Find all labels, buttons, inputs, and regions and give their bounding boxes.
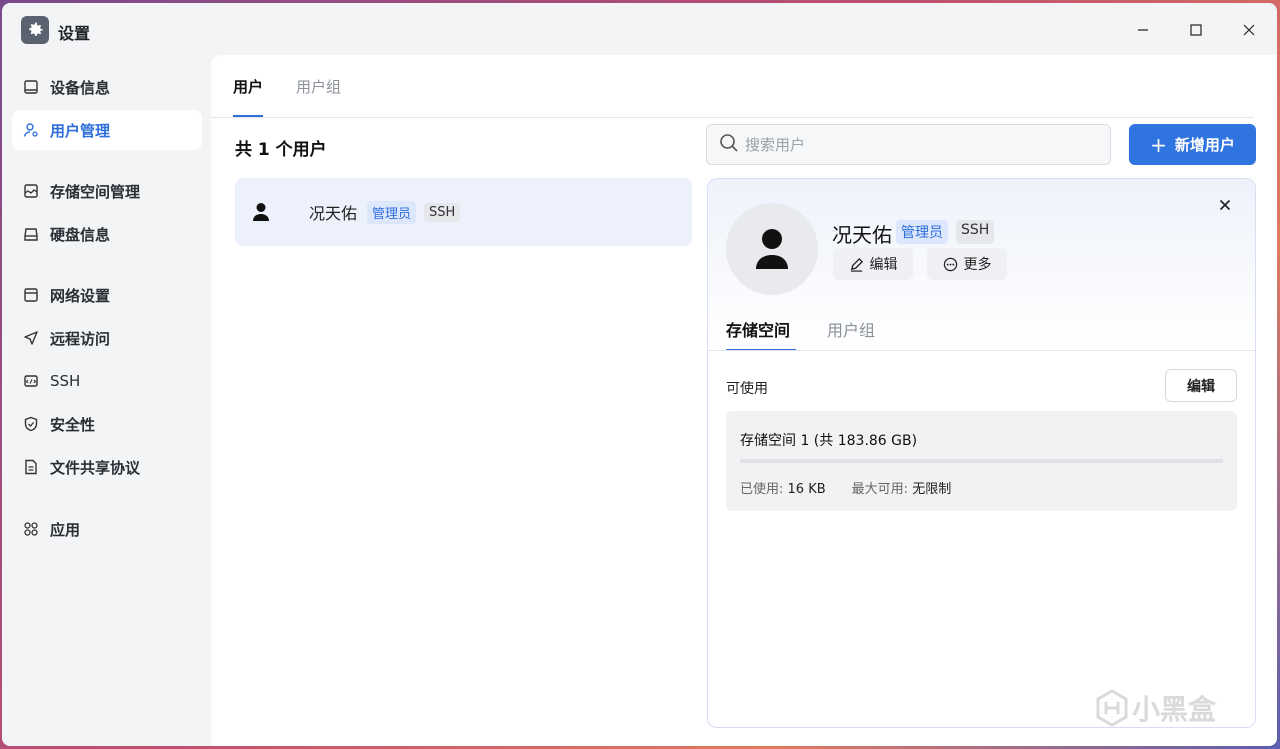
window-title: 设置 xyxy=(58,24,91,43)
pencil-icon xyxy=(850,257,863,272)
edit-storage-button[interactable]: 编辑 xyxy=(1165,369,1237,402)
user-count-title: 共 1 个用户 xyxy=(235,140,327,160)
sidebar-item-user-management[interactable]: 用户管理 xyxy=(12,110,202,150)
close-icon xyxy=(1219,199,1231,211)
tabs-divider xyxy=(211,117,1254,118)
watermark-text: 小黑盒 xyxy=(1132,693,1217,726)
main-panel: 用户 用户组 共 1 个用户 + 新增用户 况天佑 管理员 SSH xyxy=(211,55,1277,746)
sidebar-item-security[interactable]: 安全性 xyxy=(12,404,202,444)
max-stat: 最大可用: 无限制 xyxy=(852,478,952,497)
maximize-icon xyxy=(1190,24,1202,36)
sidebar-item-label: 远程访问 xyxy=(50,329,111,348)
settings-gear-icon xyxy=(21,16,49,44)
shield-icon xyxy=(22,415,40,433)
sidebar-item-label: 存储空间管理 xyxy=(50,182,141,201)
maximize-button[interactable] xyxy=(1176,15,1216,45)
sidebar-item-label: 应用 xyxy=(50,520,81,539)
user-list-item[interactable]: 况天佑 管理员 SSH xyxy=(235,178,692,246)
detail-tabs-divider xyxy=(708,350,1255,351)
detail-user-name: 况天佑 xyxy=(832,223,892,247)
add-user-label: 新增用户 xyxy=(1174,136,1235,154)
max-value: 无限制 xyxy=(912,482,952,497)
edit-user-button[interactable]: 编辑 xyxy=(833,248,913,280)
sidebar-item-file-sharing[interactable]: 文件共享协议 xyxy=(12,447,202,487)
edit-label: 编辑 xyxy=(869,257,898,273)
ssh-icon xyxy=(22,372,40,390)
ssh-badge: SSH xyxy=(424,202,461,222)
user-name: 况天佑 xyxy=(309,204,358,223)
more-button[interactable]: 更多 xyxy=(927,248,1007,280)
avatar xyxy=(726,203,818,295)
user-manage-icon xyxy=(22,121,40,139)
disk-icon xyxy=(22,225,40,243)
sidebar-item-device-info[interactable]: 设备信息 xyxy=(12,67,202,107)
available-label: 可使用 xyxy=(726,381,768,397)
device-icon xyxy=(22,78,40,96)
main-tabs: 用户 用户组 xyxy=(233,55,374,117)
admin-badge: 管理员 xyxy=(367,200,417,224)
sidebar: 设备信息 用户管理 存储空间管理 硬盘信息 网络设置 远程访问 SSH 安全性 xyxy=(2,55,211,746)
title-bar: 设置 xyxy=(2,3,1277,55)
sidebar-item-disk-info[interactable]: 硬盘信息 xyxy=(12,214,202,254)
file-share-icon xyxy=(22,458,40,476)
user-avatar-icon xyxy=(251,202,271,222)
sidebar-item-storage[interactable]: 存储空间管理 xyxy=(12,171,202,211)
apps-icon xyxy=(22,520,40,538)
more-label: 更多 xyxy=(963,257,992,273)
settings-window: 设置 设备信息 用户管理 存储空间管理 硬盘信息 网络设置 远程访问 SSH 安… xyxy=(2,3,1277,746)
tab-users[interactable]: 用户 xyxy=(233,55,264,117)
close-detail-button[interactable] xyxy=(1215,195,1235,215)
storage-title: 存储空间 1 (共 183.86 GB) xyxy=(740,433,918,449)
remote-icon xyxy=(22,329,40,347)
user-avatar-icon xyxy=(756,229,788,269)
sidebar-item-label: 文件共享协议 xyxy=(50,458,141,477)
sidebar-item-label: 网络设置 xyxy=(50,286,111,305)
detail-tabs: 存储空间 用户组 xyxy=(726,307,912,351)
sidebar-item-label: 安全性 xyxy=(50,415,96,434)
used-stat: 已使用: 16 KB xyxy=(740,478,826,497)
detail-badges: 管理员 SSH xyxy=(896,220,1002,244)
storage-progress-bar xyxy=(740,459,1223,463)
sidebar-item-network[interactable]: 网络设置 xyxy=(12,275,202,315)
sidebar-item-label: 用户管理 xyxy=(50,121,111,140)
sidebar-item-apps[interactable]: 应用 xyxy=(12,509,202,549)
watermark-logo: 小黑盒 xyxy=(1092,688,1216,728)
add-user-button[interactable]: + 新增用户 xyxy=(1129,124,1256,165)
max-label: 最大可用: xyxy=(851,482,909,497)
sidebar-item-ssh[interactable]: SSH xyxy=(12,361,202,401)
sidebar-item-label: 设备信息 xyxy=(50,78,111,97)
minimize-icon xyxy=(1138,29,1148,31)
storage-icon xyxy=(22,182,40,200)
ssh-badge: SSH xyxy=(956,220,995,244)
sidebar-item-remote-access[interactable]: 远程访问 xyxy=(12,318,202,358)
user-detail-panel: 况天佑 管理员 SSH 编辑 更多 存储空间 用户组 可使用 编辑 存储空间 1 xyxy=(707,178,1256,728)
tab-storage[interactable]: 存储空间 xyxy=(726,307,797,351)
tab-user-groups[interactable]: 用户组 xyxy=(827,307,875,351)
sidebar-item-label: SSH xyxy=(50,372,81,390)
used-value: 16 KB xyxy=(787,482,826,497)
close-window-button[interactable] xyxy=(1229,15,1269,45)
close-icon xyxy=(1243,24,1255,36)
search-box[interactable] xyxy=(706,124,1111,165)
search-icon xyxy=(719,133,739,157)
xiaoheihe-logo-icon xyxy=(1096,689,1128,727)
storage-stats: 已使用: 16 KB 最大可用: 无限制 xyxy=(740,478,977,497)
search-input[interactable] xyxy=(745,135,1075,154)
sidebar-item-label: 硬盘信息 xyxy=(50,225,111,244)
admin-badge: 管理员 xyxy=(896,220,948,244)
network-icon xyxy=(22,286,40,304)
plus-icon: + xyxy=(1150,132,1167,157)
minimize-button[interactable] xyxy=(1123,15,1163,45)
more-icon xyxy=(943,257,957,271)
storage-card: 存储空间 1 (共 183.86 GB) 已使用: 16 KB 最大可用: 无限… xyxy=(726,411,1237,511)
tab-user-groups[interactable]: 用户组 xyxy=(296,55,341,117)
used-label: 已使用: xyxy=(740,482,784,497)
